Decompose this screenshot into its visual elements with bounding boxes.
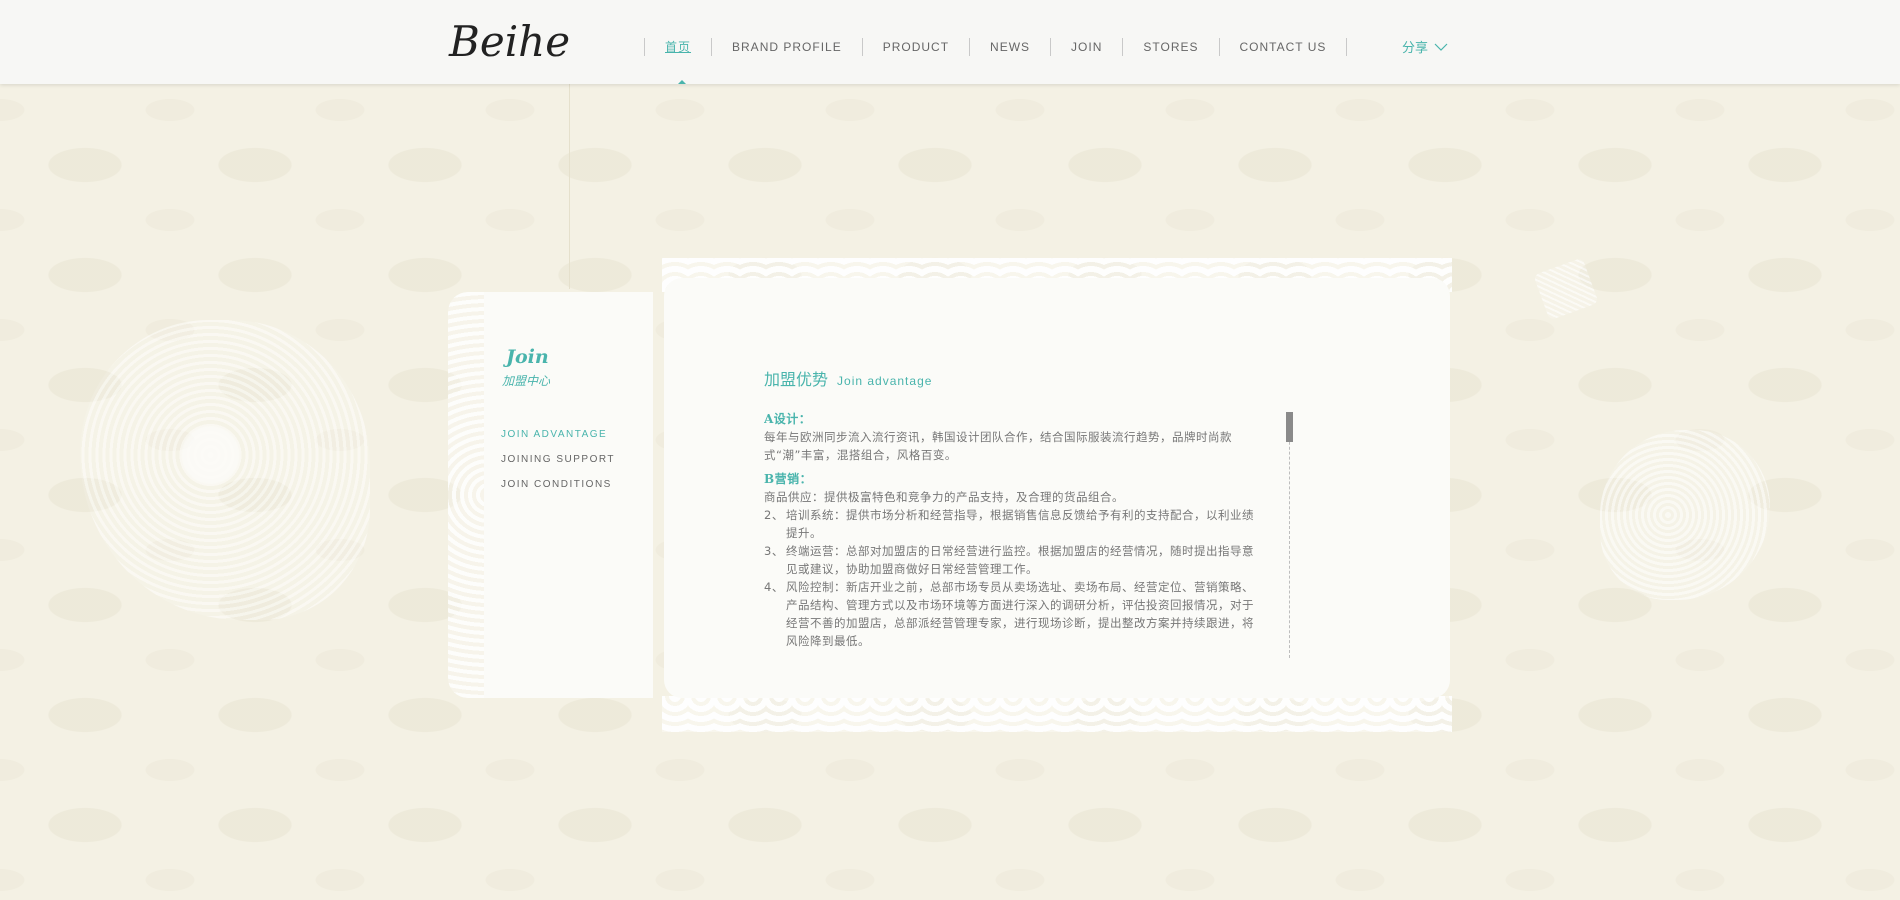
scrollbar-thumb[interactable] xyxy=(1286,412,1293,442)
list-item: 2、 培训系统：提供市场分析和经营指导，根据销售信息反馈给予有利的支持配合，以利… xyxy=(764,506,1264,542)
nav-separator xyxy=(1346,38,1348,56)
sidebar-title: Join xyxy=(506,346,549,368)
share-label: 分享 xyxy=(1402,41,1429,56)
content-title: 加盟优势 Join advantage xyxy=(764,366,932,390)
sidebar: Join 加盟中心 JOIN ADVANTAGE JOINING SUPPORT… xyxy=(484,292,653,698)
active-nav-marker-icon xyxy=(678,80,686,84)
sidebar-item-joining-support[interactable]: JOINING SUPPORT xyxy=(501,447,615,472)
nav-item-product[interactable]: PRODUCT xyxy=(863,38,969,56)
content-lace-bottom xyxy=(662,696,1452,732)
sidebar-lace-border xyxy=(448,292,488,698)
sidebar-item-join-conditions[interactable]: JOIN CONDITIONS xyxy=(501,472,615,497)
list-item-number: 3、 xyxy=(764,544,784,558)
sidebar-subtitle: 加盟中心 xyxy=(502,374,551,388)
chevron-down-icon xyxy=(1434,43,1448,51)
section-text-design: 每年与欧洲同步流入流行资讯，韩国设计团队合作，结合国际服装流行趋势，品牌时尚款式… xyxy=(764,430,1232,462)
content-scroll-area[interactable]: A设计： 每年与欧洲同步流入流行资讯，韩国设计团队合作，结合国际服装流行趋势，品… xyxy=(764,410,1264,656)
top-header: Beihe 首页 BRAND PROFILE PRODUCT NEWS JOIN… xyxy=(0,0,1900,84)
sidebar-menu: JOIN ADVANTAGE JOINING SUPPORT JOIN COND… xyxy=(501,422,615,497)
content-title-cn: 加盟优势 xyxy=(764,370,829,389)
nav-item-home[interactable]: 首页 xyxy=(645,38,711,56)
brand-logo[interactable]: Beihe xyxy=(449,14,570,70)
main-nav: 首页 BRAND PROFILE PRODUCT NEWS JOIN STORE… xyxy=(644,38,1348,56)
list-item: 4、 风险控制：新店开业之前，总部市场专员从卖场选址、卖场布局、经营定位、营销策… xyxy=(764,578,1264,650)
marketing-intro: 商品供应：提供极富特色和竞争力的产品支持，及合理的货品组合。 xyxy=(764,490,1124,504)
content-panel: 加盟优势 Join advantage A设计： 每年与欧洲同步流入流行资讯，韩… xyxy=(664,278,1450,698)
scrollbar-track[interactable] xyxy=(1289,412,1290,658)
list-item-text: 终端运营：总部对加盟店的日常经营进行监控。根据加盟店的经营情况，随时提出指导意见… xyxy=(786,544,1254,576)
nav-item-news[interactable]: NEWS xyxy=(970,38,1050,56)
share-dropdown[interactable]: 分享 xyxy=(1402,37,1448,56)
decorative-line xyxy=(569,84,570,289)
section-heading-marketing: B营销： xyxy=(764,472,813,486)
list-item-text: 培训系统：提供市场分析和经营指导，根据销售信息反馈给予有利的支持配合，以利业绩提… xyxy=(786,508,1254,540)
list-item-number: 2、 xyxy=(764,508,784,522)
nav-item-contact-us[interactable]: CONTACT US xyxy=(1220,38,1347,56)
lace-decoration-left xyxy=(80,320,370,620)
list-item-text: 风险控制：新店开业之前，总部市场专员从卖场选址、卖场布局、经营定位、营销策略、产… xyxy=(786,580,1254,648)
lace-decoration-right xyxy=(1600,430,1770,600)
nav-item-brand-profile[interactable]: BRAND PROFILE xyxy=(712,38,862,56)
lace-decoration-small xyxy=(1533,257,1599,321)
list-item: 3、 终端运营：总部对加盟店的日常经营进行监控。根据加盟店的经营情况，随时提出指… xyxy=(764,542,1264,578)
nav-item-join[interactable]: JOIN xyxy=(1051,38,1122,56)
nav-item-stores[interactable]: STORES xyxy=(1123,38,1218,56)
sidebar-item-join-advantage[interactable]: JOIN ADVANTAGE xyxy=(501,422,615,447)
section-heading-design: A设计： xyxy=(764,412,812,426)
content-title-en: Join advantage xyxy=(837,374,933,388)
list-item-number: 4、 xyxy=(764,580,784,594)
